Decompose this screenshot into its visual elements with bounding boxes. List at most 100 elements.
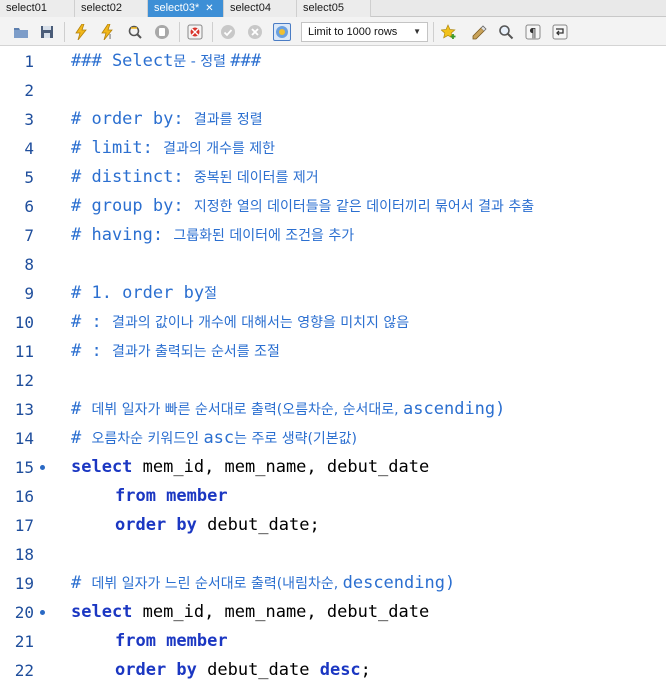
tab-select05[interactable]: select05 bbox=[297, 0, 371, 17]
code-token: 중복된 데이터를 제거 bbox=[193, 170, 319, 186]
code-line[interactable]: 19 # 데뷔 일자가 느린 순서대로 출력(내림차순, descending) bbox=[0, 569, 666, 598]
limit-rows-value: Limit to 1000 rows bbox=[308, 26, 398, 38]
line-number: 14 bbox=[14, 429, 34, 448]
tab-label: select03* bbox=[154, 2, 200, 14]
line-number: 10 bbox=[14, 313, 34, 332]
bookmark-icon[interactable] bbox=[440, 23, 458, 41]
tab-select03[interactable]: select03* ✕ bbox=[148, 0, 224, 17]
statement-marker-icon bbox=[40, 610, 45, 615]
line-number: 13 bbox=[14, 400, 34, 419]
code-line[interactable]: 11 # : 결과가 출력되는 순서를 조절 bbox=[0, 337, 666, 366]
sql-editor[interactable]: 1 ### Select문 - 정렬 ### 2 3 # order by: 결과를 정… bbox=[0, 46, 666, 685]
code-token: # distinct: bbox=[71, 167, 194, 187]
code-line[interactable]: 7 # having: 그룹화된 데이터에 조건을 추가 bbox=[0, 221, 666, 250]
code-line[interactable]: 16 from member bbox=[0, 482, 666, 511]
code-line[interactable]: 2 bbox=[0, 76, 666, 105]
code-token: # having: bbox=[71, 225, 174, 245]
code-line[interactable]: 1 ### Select문 - 정렬 ### bbox=[0, 47, 666, 76]
code-token: # bbox=[71, 428, 92, 448]
code-token: # : bbox=[71, 341, 112, 361]
code-token: 는 주로 생략(기본값) bbox=[234, 431, 358, 447]
code-line[interactable]: 18 bbox=[0, 540, 666, 569]
invisible-chars-icon[interactable]: ¶ bbox=[524, 23, 542, 41]
code-line[interactable]: 17 order by debut_date; bbox=[0, 511, 666, 540]
code-line[interactable]: 4 # limit: 결과의 개수를 제한 bbox=[0, 134, 666, 163]
code-token: # : bbox=[71, 312, 112, 332]
tab-select04[interactable]: select04 bbox=[224, 0, 297, 17]
code-token: 지정한 열의 데이터들을 같은 데이터끼리 묶어서 결과 추출 bbox=[193, 199, 535, 215]
code-line[interactable]: 5 # distinct: 중복된 데이터를 제거 bbox=[0, 163, 666, 192]
code-line[interactable]: 6 # group by: 지정한 열의 데이터들을 같은 데이터끼리 묶어서 결… bbox=[0, 192, 666, 221]
tab-label: select04 bbox=[230, 2, 271, 14]
code-line[interactable]: 21 from member bbox=[0, 627, 666, 656]
code-token: 그룹화된 데이터에 조건을 추가 bbox=[173, 228, 355, 244]
code-token: # order by: bbox=[71, 109, 194, 129]
execute-current-icon[interactable]: I bbox=[99, 23, 117, 41]
code-token: ### bbox=[230, 51, 262, 71]
autocommit-icon[interactable] bbox=[273, 23, 291, 41]
code-token: 절 bbox=[204, 286, 217, 302]
line-number: 3 bbox=[24, 110, 34, 129]
code-text: # group by: 지정한 열의 데이터들을 같은 데이터끼리 묶어서 결과… bbox=[71, 192, 534, 222]
code-token: ; bbox=[360, 660, 371, 680]
code-token: ascending) bbox=[403, 399, 506, 419]
code-line[interactable]: 20 select mem_id, mem_name, debut_date bbox=[0, 598, 666, 627]
tab-label: select05 bbox=[303, 2, 344, 14]
code-text: ### Select문 - 정렬 ### bbox=[71, 47, 261, 77]
line-number: 6 bbox=[24, 197, 34, 216]
find-icon[interactable] bbox=[497, 23, 515, 41]
code-line[interactable]: 13 # 데뷔 일자가 빠른 순서대로 출력(오름차순, 순서대로, ascend… bbox=[0, 395, 666, 424]
toggle-error-icon[interactable] bbox=[186, 23, 204, 41]
save-icon[interactable] bbox=[38, 23, 56, 41]
code-line[interactable]: 9 # 1. order by절 bbox=[0, 279, 666, 308]
code-text: select mem_id, mem_name, debut_date bbox=[71, 453, 429, 482]
line-number: 12 bbox=[14, 371, 34, 390]
code-token: 결과의 값이나 개수에 대해서는 영향을 미치지 않음 bbox=[111, 315, 410, 331]
code-token: 결과를 정렬 bbox=[193, 112, 263, 128]
line-number: 16 bbox=[14, 487, 34, 506]
line-number: 5 bbox=[24, 168, 34, 187]
code-text: # distinct: 중복된 데이터를 제거 bbox=[71, 163, 319, 193]
explain-icon[interactable] bbox=[126, 23, 144, 41]
line-number: 8 bbox=[24, 255, 34, 274]
code-line[interactable]: 14 # 오름차순 키워드인 asc는 주로 생략(기본값) bbox=[0, 424, 666, 453]
code-line[interactable]: 15 select mem_id, mem_name, debut_date bbox=[0, 453, 666, 482]
code-text: # having: 그룹화된 데이터에 조건을 추가 bbox=[71, 221, 354, 251]
code-line[interactable]: 12 bbox=[0, 366, 666, 395]
folder-icon[interactable] bbox=[12, 23, 30, 41]
line-number: 2 bbox=[24, 81, 34, 100]
code-line[interactable]: 3 # order by: 결과를 정렬 bbox=[0, 105, 666, 134]
line-number: 22 bbox=[14, 661, 34, 680]
tab-label: select01 bbox=[6, 2, 47, 14]
line-number: 9 bbox=[24, 284, 34, 303]
wrap-icon[interactable] bbox=[551, 23, 569, 41]
line-number: 11 bbox=[14, 342, 34, 361]
code-token: # bbox=[71, 399, 92, 419]
code-token: 데뷔 일자가 빠른 순서대로 출력(오름차순, 순서대로, bbox=[91, 402, 404, 418]
code-token: # 1. order by bbox=[71, 283, 205, 303]
svg-text:¶: ¶ bbox=[529, 26, 537, 40]
code-line[interactable]: 10 # : 결과의 값이나 개수에 대해서는 영향을 미치지 않음 bbox=[0, 308, 666, 337]
code-line[interactable]: 22 order by debut_date desc; bbox=[0, 656, 666, 685]
code-line[interactable]: 8 bbox=[0, 250, 666, 279]
beautify-icon[interactable] bbox=[470, 23, 488, 41]
code-text: # 데뷔 일자가 느린 순서대로 출력(내림차순, descending) bbox=[71, 569, 455, 599]
commit-icon[interactable] bbox=[219, 23, 237, 41]
line-number: 7 bbox=[24, 226, 34, 245]
code-token: debut_date bbox=[196, 660, 320, 680]
code-token: 문 - 정렬 bbox=[173, 54, 231, 70]
limit-rows-select[interactable]: Limit to 1000 rows ▼ bbox=[301, 22, 428, 42]
close-icon[interactable]: ✕ bbox=[205, 3, 213, 14]
code-text: # limit: 결과의 개수를 제한 bbox=[71, 134, 275, 164]
tab-select02[interactable]: select02 bbox=[75, 0, 148, 17]
rollback-icon[interactable] bbox=[246, 23, 264, 41]
code-text: # : 결과가 출력되는 순서를 조절 bbox=[71, 337, 280, 367]
stop-icon[interactable] bbox=[153, 23, 171, 41]
code-text: order by debut_date; bbox=[115, 511, 320, 540]
sql-toolbar: I Limit to 1000 rows ▼ ¶ bbox=[0, 17, 666, 46]
code-token: 오름차순 키워드인 bbox=[91, 431, 204, 447]
execute-icon[interactable] bbox=[72, 23, 90, 41]
code-token: # group by: bbox=[71, 196, 194, 216]
line-number: 18 bbox=[14, 545, 34, 564]
tab-select01[interactable]: select01 bbox=[0, 0, 75, 17]
